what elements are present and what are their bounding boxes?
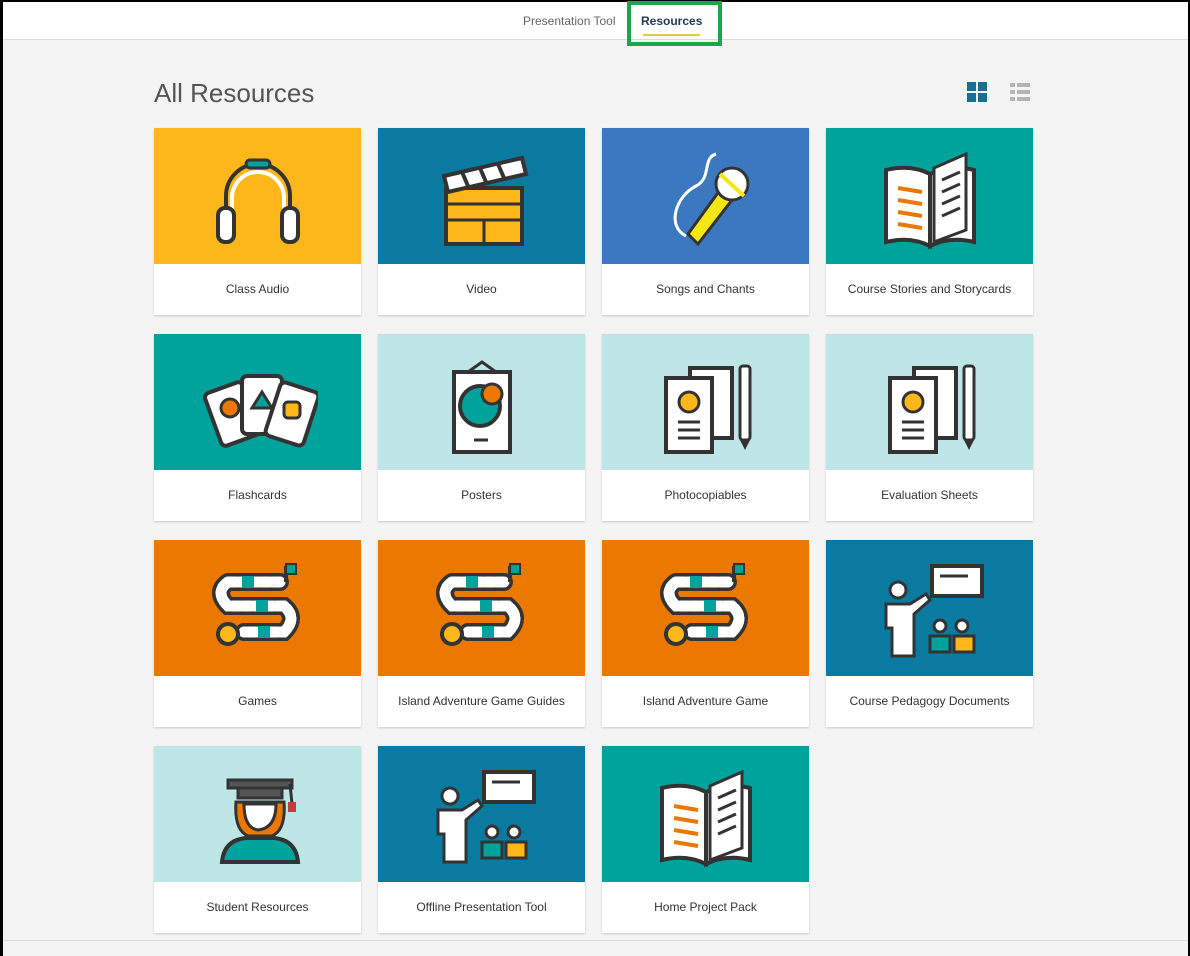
- resource-card-image: [154, 128, 361, 264]
- resource-card-label: Course Pedagogy Documents: [849, 694, 1010, 708]
- resource-card-image: [378, 540, 585, 676]
- grid-view-icon: [967, 82, 987, 102]
- resource-card-image: [378, 746, 585, 882]
- resource-card[interactable]: Photocopiables: [602, 334, 809, 521]
- resource-card-label: Posters: [461, 488, 502, 502]
- teacher-icon: [436, 770, 536, 864]
- tab-resources-label: Resources: [641, 14, 703, 28]
- bottom-divider: [3, 940, 1188, 941]
- resource-card-image: [826, 334, 1033, 470]
- resource-card[interactable]: Evaluation Sheets: [826, 334, 1033, 521]
- resource-card-image: [154, 746, 361, 882]
- resource-card-label: Island Adventure Game Guides: [398, 694, 565, 708]
- resource-card[interactable]: Home Project Pack: [602, 746, 809, 933]
- resource-card-label: Games: [238, 694, 277, 708]
- resource-card[interactable]: Class Audio: [154, 128, 361, 315]
- resource-card-label: Video: [466, 282, 497, 296]
- resource-card-label: Photocopiables: [664, 488, 747, 502]
- resource-card-label: Evaluation Sheets: [881, 488, 978, 502]
- list-view-button[interactable]: [1008, 80, 1032, 104]
- resource-card[interactable]: Posters: [378, 334, 585, 521]
- resource-card[interactable]: Offline Presentation Tool: [378, 746, 585, 933]
- flashcards-icon: [202, 374, 318, 448]
- board-game-icon: [435, 563, 524, 646]
- resource-card[interactable]: Flashcards: [154, 334, 361, 521]
- open-book-icon: [659, 769, 752, 868]
- resource-card-image: [378, 128, 585, 264]
- active-tab-underline: [643, 34, 701, 36]
- resource-card-label: Student Resources: [206, 900, 309, 914]
- resource-card-image: [602, 540, 809, 676]
- grid-view-button[interactable]: [965, 80, 989, 104]
- resource-card[interactable]: Student Resources: [154, 746, 361, 933]
- resource-card[interactable]: Island Adventure Game: [602, 540, 809, 727]
- resource-card[interactable]: Course Stories and Storycards: [826, 128, 1033, 315]
- resource-card[interactable]: Course Pedagogy Documents: [826, 540, 1033, 727]
- resource-card-image: [378, 334, 585, 470]
- resource-card-image: [826, 128, 1033, 264]
- resource-card-image: [602, 746, 809, 882]
- resource-card-label: Home Project Pack: [654, 900, 757, 914]
- resource-card-image: [602, 334, 809, 470]
- resource-card-image: [154, 334, 361, 470]
- resource-card-image: [154, 540, 361, 676]
- microphone-icon: [673, 152, 749, 247]
- worksheet-pencil-icon: [663, 364, 751, 454]
- board-game-icon: [211, 563, 300, 646]
- resource-card[interactable]: Island Adventure Game Guides: [378, 540, 585, 727]
- resource-card[interactable]: Video: [378, 128, 585, 315]
- resource-grid: Class Audio Video Songs and Chants Cours…: [154, 128, 1033, 933]
- teacher-icon: [884, 564, 984, 658]
- resource-card-label: Island Adventure Game: [642, 694, 769, 708]
- resource-card[interactable]: Games: [154, 540, 361, 727]
- resource-card[interactable]: Songs and Chants: [602, 128, 809, 315]
- tab-resources[interactable]: Resources: [641, 2, 702, 40]
- resource-card-image: [826, 540, 1033, 676]
- resource-card-label: Class Audio: [225, 282, 290, 296]
- headphones-icon: [215, 158, 300, 244]
- resource-card-label: Songs and Chants: [656, 282, 755, 296]
- poster-icon: [451, 360, 512, 454]
- tab-presentation-tool[interactable]: Presentation Tool: [523, 2, 616, 40]
- resource-card-label: Flashcards: [228, 488, 287, 502]
- list-view-icon: [1010, 83, 1030, 101]
- graduate-icon: [219, 778, 300, 864]
- open-book-icon: [883, 151, 976, 250]
- page-title: All Resources: [154, 78, 315, 108]
- clapperboard-icon: [441, 155, 528, 246]
- resource-card-image: [602, 128, 809, 264]
- board-game-icon: [659, 563, 748, 646]
- resource-card-label: Course Stories and Storycards: [847, 282, 1012, 296]
- top-navigation: Presentation Tool Resources: [3, 2, 1188, 40]
- resource-card-label: Offline Presentation Tool: [416, 900, 547, 914]
- worksheet-pencil-icon: [887, 364, 975, 454]
